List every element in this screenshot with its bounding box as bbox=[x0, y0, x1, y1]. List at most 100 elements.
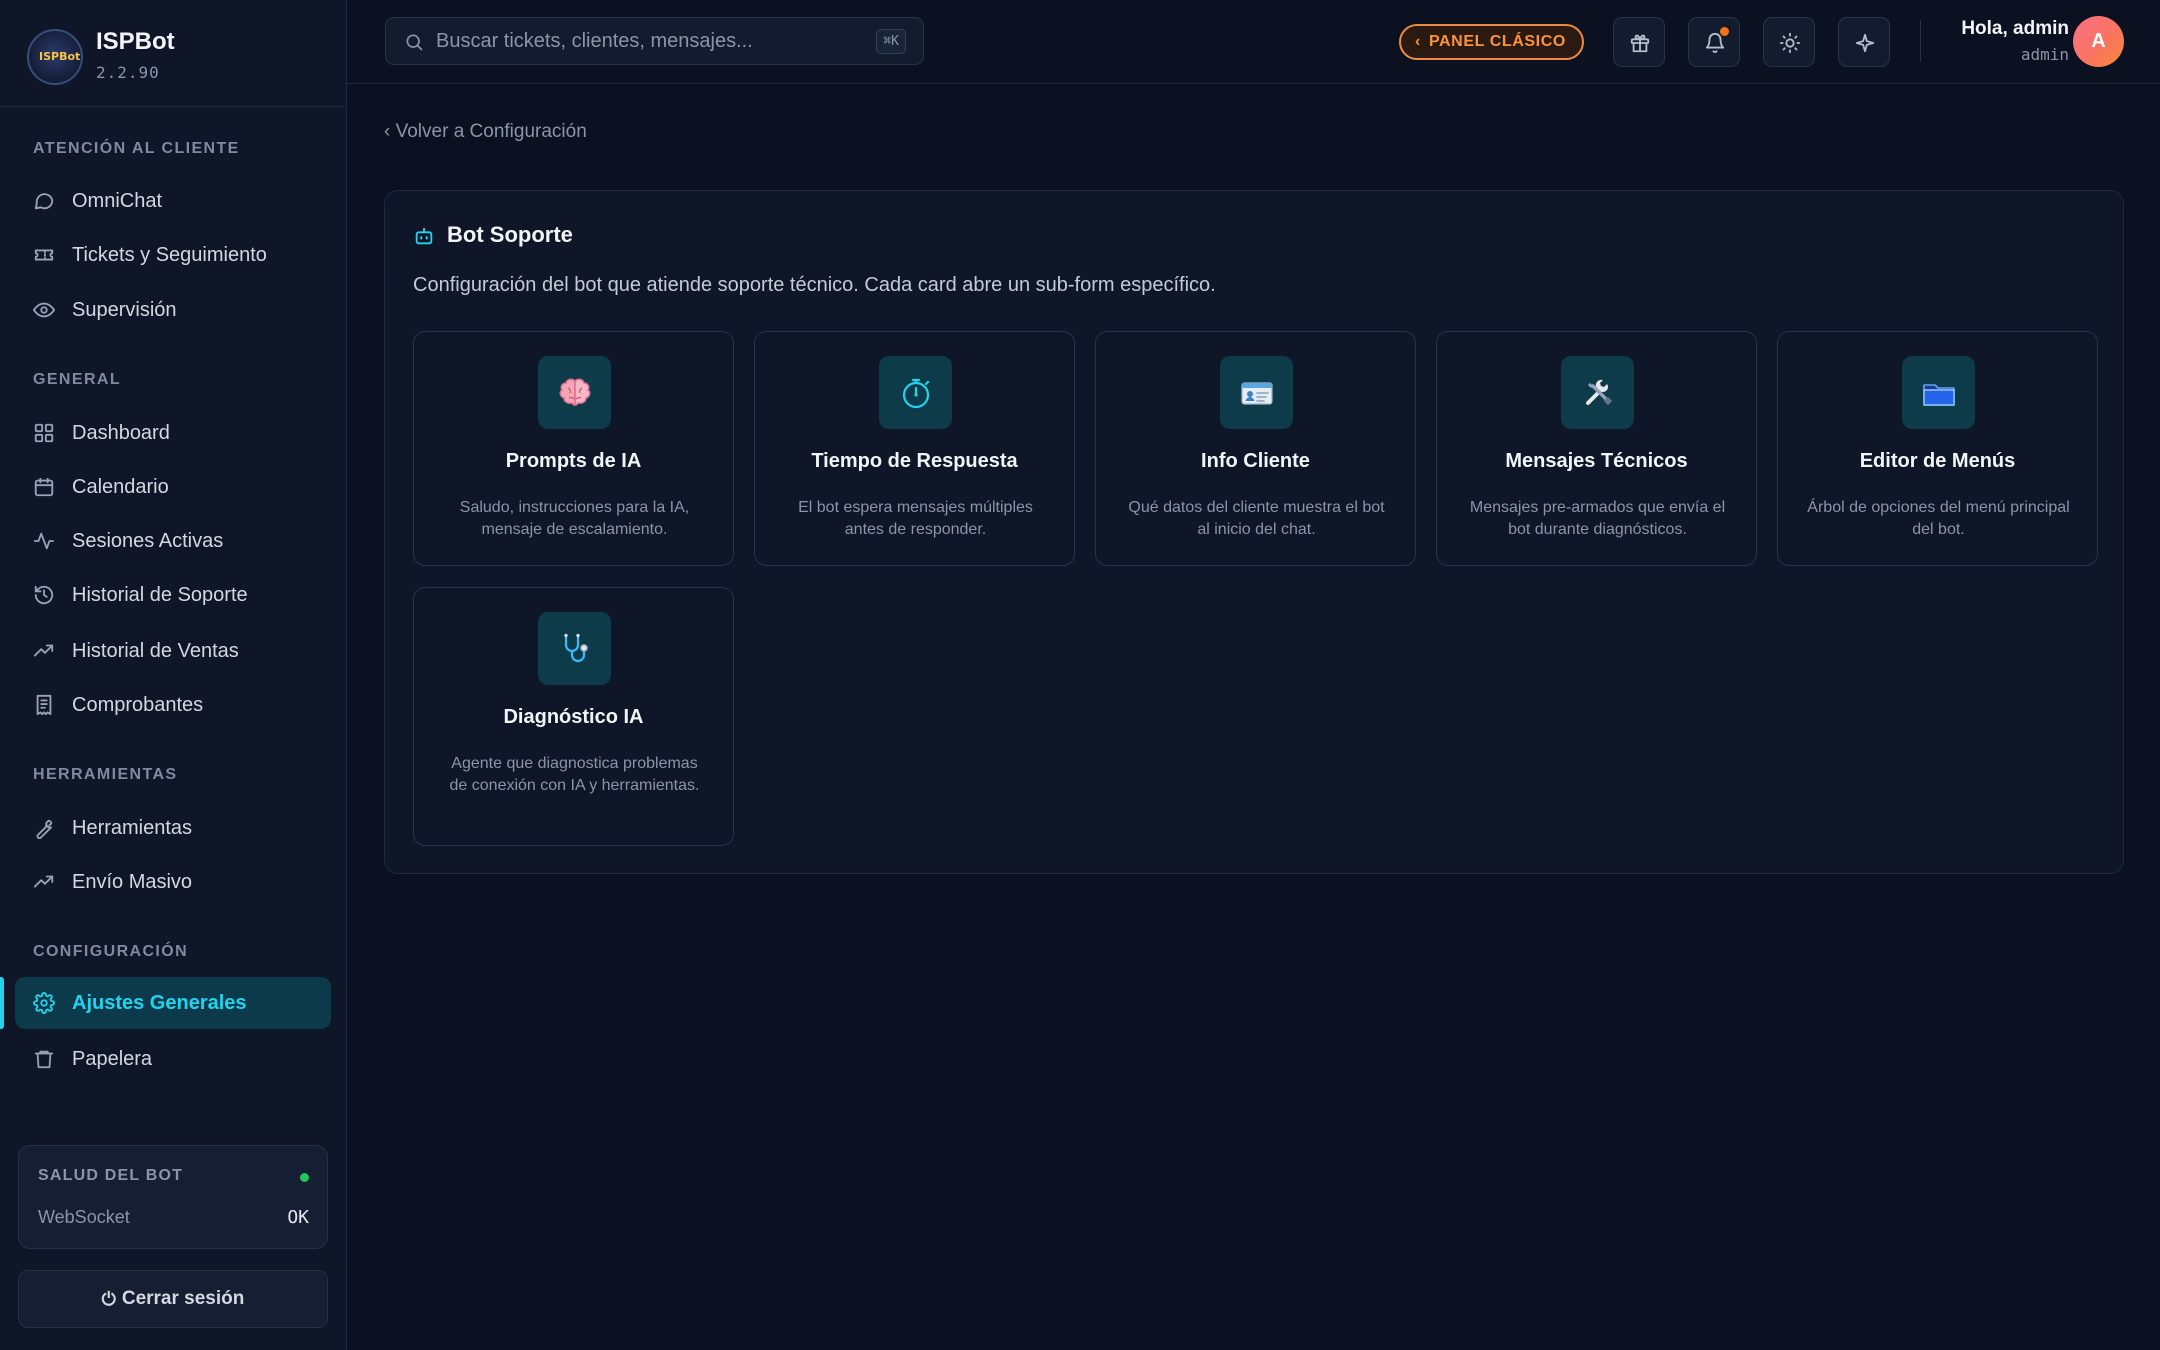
sidebar-item-papelera[interactable]: Papelera bbox=[15, 1033, 331, 1085]
tools-icon bbox=[1561, 356, 1634, 429]
back-to-config-link[interactable]: ‹ Volver a Configuración bbox=[384, 121, 587, 143]
sidebar-item-label: Dashboard bbox=[72, 422, 170, 444]
ticket-icon bbox=[33, 244, 55, 266]
brand-logo-text: ISPBot bbox=[39, 50, 81, 63]
card-description: Agente que diagnostica problemas de cone… bbox=[449, 755, 700, 794]
health-key: WebSocket bbox=[38, 1207, 130, 1227]
card-prompts-ia[interactable]: Prompts de IA Saludo, instrucciones para… bbox=[413, 331, 734, 566]
brand-name: ISPBot bbox=[96, 28, 175, 55]
active-indicator bbox=[0, 977, 4, 1029]
panel-title: Bot Soporte bbox=[447, 222, 573, 247]
sidebar-item-envio-masivo[interactable]: Envío Masivo bbox=[15, 856, 331, 908]
sidebar-item-historial-ventas[interactable]: Historial de Ventas bbox=[15, 625, 331, 677]
card-title: Tiempo de Respuesta bbox=[811, 450, 1018, 472]
nav-section-general: GENERAL bbox=[33, 371, 122, 388]
notification-dot bbox=[1720, 27, 1729, 36]
card-description: Árbol de opciones del menú principal del… bbox=[1807, 499, 2070, 538]
card-mensajes-tecnicos[interactable]: Mensajes Técnicos Mensajes pre-armados q… bbox=[1436, 331, 1757, 566]
card-description: Qué datos del cliente muestra el bot al … bbox=[1128, 499, 1385, 538]
card-description: El bot espera mensajes múltiples antes d… bbox=[798, 499, 1033, 538]
theme-toggle-button[interactable] bbox=[1763, 17, 1815, 67]
trash-icon bbox=[33, 1048, 55, 1070]
sidebar-item-supervision[interactable]: Supervisión bbox=[15, 284, 331, 336]
eye-icon bbox=[33, 299, 55, 321]
sidebar-item-label: Calendario bbox=[72, 476, 169, 498]
brand-version: 2.2.90 bbox=[96, 63, 160, 82]
card-title: Info Cliente bbox=[1201, 450, 1310, 472]
panel-description: Configuración del bot que atiende soport… bbox=[413, 274, 1216, 296]
sidebar-item-label: Envío Masivo bbox=[72, 871, 193, 893]
bot-health-card: SALUD DEL BOT WebSocket OK bbox=[18, 1145, 328, 1249]
sidebar-item-omnichat[interactable]: OmniChat bbox=[15, 175, 331, 227]
card-title: Editor de Menús bbox=[1859, 450, 2016, 472]
gift-button[interactable] bbox=[1613, 17, 1665, 67]
brand-logo[interactable]: ISPBot bbox=[27, 29, 83, 85]
sidebar-item-dashboard[interactable]: Dashboard bbox=[15, 407, 331, 459]
avatar-initial: A bbox=[2091, 30, 2106, 52]
sidebar-item-label: Historial de Soporte bbox=[72, 584, 248, 606]
sidebar-item-sesiones[interactable]: Sesiones Activas bbox=[15, 515, 331, 567]
gear-icon bbox=[33, 992, 55, 1014]
classic-panel-button[interactable]: ‹ PANEL CLÁSICO bbox=[1399, 24, 1584, 60]
brand-header: ISPBot ISPBot 2.2.90 bbox=[0, 0, 346, 107]
card-diagnostico-ia[interactable]: Diagnóstico IA Agente que diagnostica pr… bbox=[413, 587, 734, 846]
card-info-cliente[interactable]: Info Cliente Qué datos del cliente muest… bbox=[1095, 331, 1416, 566]
greeting: Hola, admin bbox=[1961, 18, 2069, 39]
calendar-icon bbox=[33, 476, 55, 498]
card-title: Diagnóstico IA bbox=[503, 706, 644, 728]
sidebar-item-label: Tickets y Seguimiento bbox=[72, 244, 267, 266]
health-value: OK bbox=[287, 1207, 309, 1228]
divider bbox=[1920, 20, 1921, 62]
avatar[interactable]: A bbox=[2073, 16, 2124, 67]
sidebar-item-label: Historial de Ventas bbox=[72, 640, 239, 662]
chevron-left-icon: ‹ bbox=[1415, 33, 1421, 50]
sidebar-item-calendario[interactable]: Calendario bbox=[15, 461, 331, 513]
search-box[interactable]: ⌘K bbox=[385, 17, 924, 65]
top-bar: ⌘K ‹ PANEL CLÁSICO Hola, admin admin A bbox=[347, 0, 2160, 84]
logout-button[interactable]: ⏻ Cerrar sesión bbox=[18, 1270, 328, 1328]
sidebar: ISPBot ISPBot 2.2.90 ATENCIÓN AL CLIENTE… bbox=[0, 0, 347, 1350]
status-dot bbox=[300, 1173, 309, 1182]
receipt-icon bbox=[33, 694, 55, 716]
grid-icon bbox=[33, 422, 55, 444]
card-editor-menus[interactable]: Editor de Menús Árbol de opciones del me… bbox=[1777, 331, 2098, 566]
nav-section-configuracion: CONFIGURACIÓN bbox=[33, 943, 189, 960]
search-input[interactable] bbox=[436, 18, 836, 64]
sidebar-item-label: Sesiones Activas bbox=[72, 530, 224, 552]
notifications-button[interactable] bbox=[1688, 17, 1740, 67]
sidebar-item-ajustes-generales[interactable]: Ajustes Generales bbox=[15, 977, 331, 1029]
ai-assistant-button[interactable] bbox=[1838, 17, 1890, 67]
card-tiempo-respuesta[interactable]: Tiempo de Respuesta El bot espera mensaj… bbox=[754, 331, 1075, 566]
sun-icon bbox=[1779, 32, 1801, 54]
trending-up-icon bbox=[33, 640, 55, 662]
sidebar-item-historial-soporte[interactable]: Historial de Soporte bbox=[15, 569, 331, 621]
sidebar-item-label: OmniChat bbox=[72, 190, 163, 212]
folder-icon bbox=[1902, 356, 1975, 429]
card-description: Saludo, instrucciones para la IA, mensaj… bbox=[459, 499, 690, 538]
wrench-icon bbox=[33, 817, 55, 839]
sidebar-item-herramientas[interactable]: Herramientas bbox=[15, 802, 331, 854]
sidebar-item-label: Papelera bbox=[72, 1048, 153, 1070]
gift-icon bbox=[1630, 34, 1650, 53]
logout-label: Cerrar sesión bbox=[121, 1288, 245, 1309]
bot-support-panel: Bot Soporte Configuración del bot que at… bbox=[384, 190, 2124, 874]
sparkle-icon bbox=[1855, 33, 1875, 53]
activity-icon bbox=[33, 530, 55, 552]
history-icon bbox=[33, 584, 55, 606]
sidebar-item-label: Comprobantes bbox=[72, 694, 204, 716]
stethoscope-icon bbox=[538, 612, 611, 685]
id-card-icon bbox=[1220, 356, 1293, 429]
sidebar-item-tickets[interactable]: Tickets y Seguimiento bbox=[15, 229, 331, 281]
stopwatch-icon bbox=[879, 356, 952, 429]
sidebar-item-label: Ajustes Generales bbox=[72, 992, 247, 1014]
robot-icon bbox=[413, 225, 435, 247]
chat-bubble-icon bbox=[33, 190, 55, 212]
sidebar-item-label: Supervisión bbox=[72, 299, 177, 321]
card-description: Mensajes pre-armados que envía el bot du… bbox=[1469, 499, 1726, 538]
nav-section-atencion: ATENCIÓN AL CLIENTE bbox=[33, 140, 240, 157]
sidebar-item-label: Herramientas bbox=[72, 817, 193, 839]
sidebar-item-comprobantes[interactable]: Comprobantes bbox=[15, 679, 331, 731]
trending-up-icon bbox=[33, 871, 55, 893]
card-title: Prompts de IA bbox=[505, 450, 642, 472]
brain-icon bbox=[538, 356, 611, 429]
